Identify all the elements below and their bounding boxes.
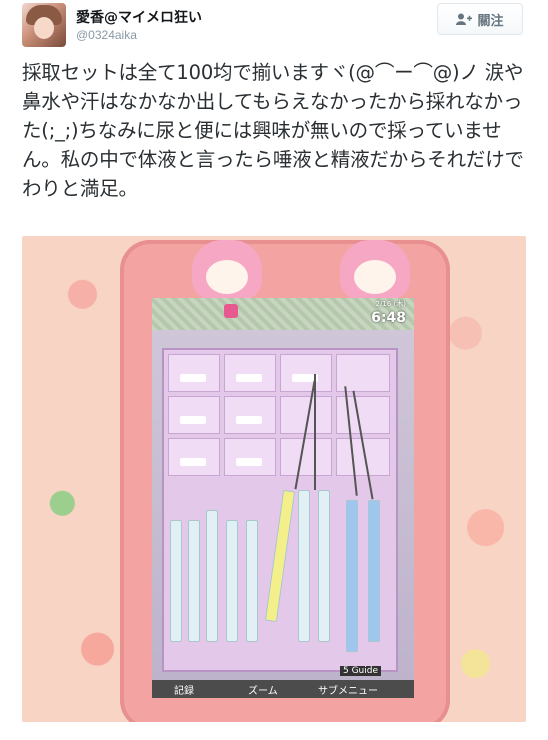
guide-badge: 5 Guide — [340, 666, 382, 676]
compartment — [224, 438, 276, 476]
phone-date: 2/16 (木) — [375, 300, 406, 308]
compartment — [280, 354, 332, 392]
compartment — [224, 354, 276, 392]
phone-status-bar: 2/16 (木) 6:48 — [152, 298, 414, 330]
syringe — [318, 490, 330, 642]
test-tube — [170, 520, 182, 642]
label-sticker — [180, 458, 206, 466]
softkey-submenu: サブメニュー — [318, 686, 378, 697]
label-sticker — [236, 416, 262, 424]
compartment — [168, 354, 220, 392]
avatar[interactable] — [22, 3, 66, 47]
test-tube — [206, 510, 218, 642]
test-tube — [246, 520, 258, 642]
phone-screen: 2/16 (木) 6:48 5 Guide 記録 ズーム サブメニュー — [152, 298, 414, 698]
app-icon — [224, 304, 238, 318]
compartment — [224, 396, 276, 434]
compartment — [336, 396, 390, 434]
label-sticker — [236, 458, 262, 466]
tweet-photo[interactable]: 2/16 (木) 6:48 5 Guide 記録 ズーム サブメニュー — [22, 236, 526, 722]
storage-box — [162, 348, 398, 672]
syringe — [346, 500, 358, 652]
label-sticker — [236, 374, 262, 382]
follow-label: 關注 — [477, 13, 504, 29]
user-handle[interactable]: @0324aika — [76, 28, 137, 42]
compartment — [168, 438, 220, 476]
compartment — [280, 438, 332, 476]
label-sticker — [180, 416, 206, 424]
syringe — [368, 500, 380, 642]
label-sticker — [180, 374, 206, 382]
compartment — [168, 396, 220, 434]
tweet-text: 採取セットは全て100均で揃いますヾ(@⌒ー⌒@)ノ 涙や鼻水や汗はなかなか出し… — [22, 61, 524, 200]
avatar-face — [34, 17, 54, 39]
syringe — [298, 490, 310, 642]
phone-clock: 6:48 — [371, 310, 406, 326]
softkey-record: 記録 — [174, 686, 194, 697]
camera-view — [152, 330, 414, 680]
my-melody-sticker-right — [340, 240, 410, 300]
needle-wire — [314, 374, 316, 490]
test-tube — [188, 520, 200, 642]
phone-softkey-bar: 記録 ズーム サブメニュー — [152, 680, 414, 698]
my-melody-sticker-left — [192, 240, 262, 300]
tweet-header: 愛香@マイメロ狂い @0324aika 關注 — [0, 0, 548, 50]
add-person-icon — [456, 13, 473, 25]
test-tube — [226, 520, 238, 642]
display-name[interactable]: 愛香@マイメロ狂い — [76, 7, 202, 27]
follow-button[interactable]: 關注 — [437, 3, 523, 35]
softkey-zoom: ズーム — [248, 686, 278, 697]
syringe — [264, 489, 296, 623]
